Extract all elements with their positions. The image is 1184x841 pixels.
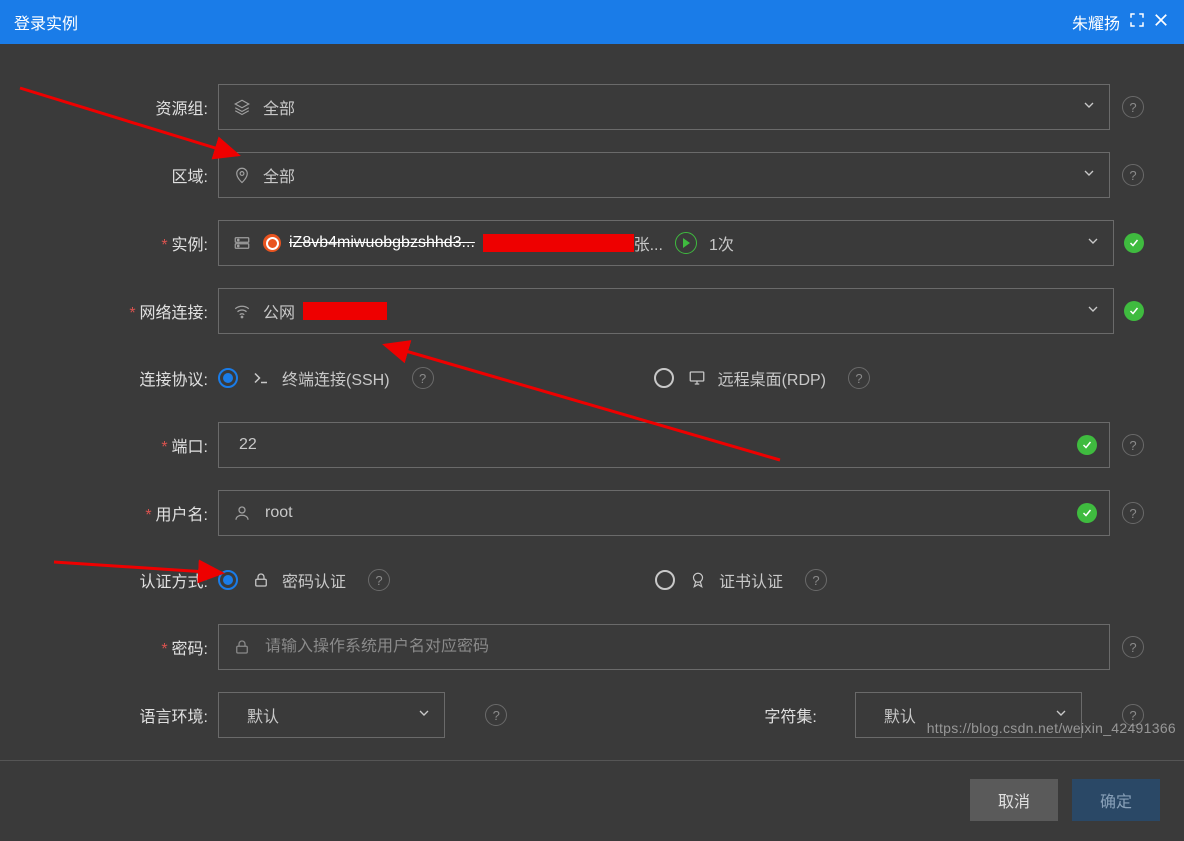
- dialog-title: 登录实例: [14, 10, 78, 34]
- network-label: *网络连接:: [0, 299, 208, 323]
- protocol-ssh-radio[interactable]: 终端连接(SSH) ?: [218, 366, 434, 390]
- help-icon[interactable]: ?: [848, 367, 870, 389]
- terminal-icon: [250, 369, 272, 387]
- lang-label: 语言环境:: [0, 703, 208, 727]
- watermark: https://blog.csdn.net/weixin_42491366: [927, 720, 1176, 736]
- help-icon[interactable]: ?: [805, 569, 827, 591]
- protocol-label: 连接协议:: [0, 366, 208, 390]
- certificate-icon: [687, 571, 709, 589]
- lock-icon: [250, 571, 272, 589]
- radio-unselected-icon: [654, 368, 674, 388]
- port-field[interactable]: [239, 436, 1077, 454]
- port-input[interactable]: [218, 422, 1110, 468]
- port-label: *端口:: [0, 433, 208, 457]
- help-icon[interactable]: ?: [485, 704, 507, 726]
- instance-suffix: 张...: [634, 231, 663, 255]
- ok-button[interactable]: 确定: [1072, 779, 1160, 821]
- auth-password-label: 密码认证: [282, 568, 346, 592]
- help-icon[interactable]: ?: [1122, 96, 1144, 118]
- help-icon[interactable]: ?: [1122, 434, 1144, 456]
- protocol-rdp-label: 远程桌面(RDP): [718, 366, 826, 390]
- radio-unselected-icon: [655, 570, 675, 590]
- radio-selected-icon: [218, 368, 238, 388]
- help-icon[interactable]: ?: [1122, 502, 1144, 524]
- password-input[interactable]: [218, 624, 1110, 670]
- user-name: 朱耀扬: [1072, 10, 1120, 34]
- chevron-down-icon: [416, 705, 432, 726]
- chevron-down-icon: [1081, 97, 1097, 118]
- username-label: *用户名:: [0, 501, 208, 525]
- monitor-icon: [686, 369, 708, 387]
- help-icon[interactable]: ?: [412, 367, 434, 389]
- play-icon: [675, 232, 697, 254]
- titlebar: 登录实例 朱耀扬: [0, 0, 1184, 44]
- ubuntu-icon: [263, 234, 281, 252]
- instance-redacted: [483, 234, 634, 252]
- lock-icon: [231, 638, 253, 656]
- username-input[interactable]: [218, 490, 1110, 536]
- resource-group-select[interactable]: 全部: [218, 84, 1110, 130]
- password-label: *密码:: [0, 635, 208, 659]
- instance-id: iZ8vb4miwuobgbzshhd3...: [289, 234, 475, 252]
- chevron-down-icon: [1085, 301, 1101, 322]
- instance-times: 1次: [709, 231, 734, 255]
- status-ok-icon: [1124, 233, 1144, 253]
- resource-group-label: 资源组:: [0, 95, 208, 119]
- help-icon[interactable]: ?: [1122, 164, 1144, 186]
- instance-select[interactable]: iZ8vb4miwuobgbzshhd3... 张... 1次: [218, 220, 1114, 266]
- auth-cert-label: 证书认证: [719, 568, 783, 592]
- network-select[interactable]: 公网: [218, 288, 1114, 334]
- password-field[interactable]: [265, 638, 1097, 656]
- auth-cert-radio[interactable]: 证书认证 ?: [655, 568, 827, 592]
- instance-label: *实例:: [0, 231, 208, 255]
- chevron-down-icon: [1081, 165, 1097, 186]
- network-redacted: [303, 302, 387, 320]
- protocol-ssh-label: 终端连接(SSH): [282, 366, 390, 390]
- user-icon: [231, 504, 253, 522]
- layers-icon: [231, 98, 253, 116]
- region-value: 全部: [263, 163, 295, 187]
- status-ok-icon: [1077, 503, 1097, 523]
- resource-group-value: 全部: [263, 95, 295, 119]
- server-icon: [231, 234, 253, 252]
- radio-selected-icon: [218, 570, 238, 590]
- close-icon[interactable]: [1152, 11, 1170, 34]
- auth-label: 认证方式:: [0, 568, 208, 592]
- login-form: 资源组: 全部 ? 区域: 全部: [0, 44, 1184, 738]
- lang-value: 默认: [247, 703, 279, 727]
- region-label: 区域:: [0, 163, 208, 187]
- lang-select[interactable]: 默认: [218, 692, 445, 738]
- cancel-button[interactable]: 取消: [970, 779, 1058, 821]
- auth-password-radio[interactable]: 密码认证 ?: [218, 568, 390, 592]
- region-select[interactable]: 全部: [218, 152, 1110, 198]
- help-icon[interactable]: ?: [368, 569, 390, 591]
- chevron-down-icon: [1085, 233, 1101, 254]
- footer: 取消 确定: [0, 761, 1184, 841]
- charset-value: 默认: [884, 703, 916, 727]
- protocol-rdp-radio[interactable]: 远程桌面(RDP) ?: [654, 366, 870, 390]
- charset-label: 字符集:: [764, 703, 816, 727]
- help-icon[interactable]: ?: [1122, 636, 1144, 658]
- location-icon: [231, 166, 253, 184]
- status-ok-icon: [1077, 435, 1097, 455]
- network-value: 公网: [263, 299, 295, 323]
- fullscreen-icon[interactable]: [1128, 11, 1146, 34]
- username-field[interactable]: [265, 504, 1077, 522]
- status-ok-icon: [1124, 301, 1144, 321]
- wifi-icon: [231, 302, 253, 320]
